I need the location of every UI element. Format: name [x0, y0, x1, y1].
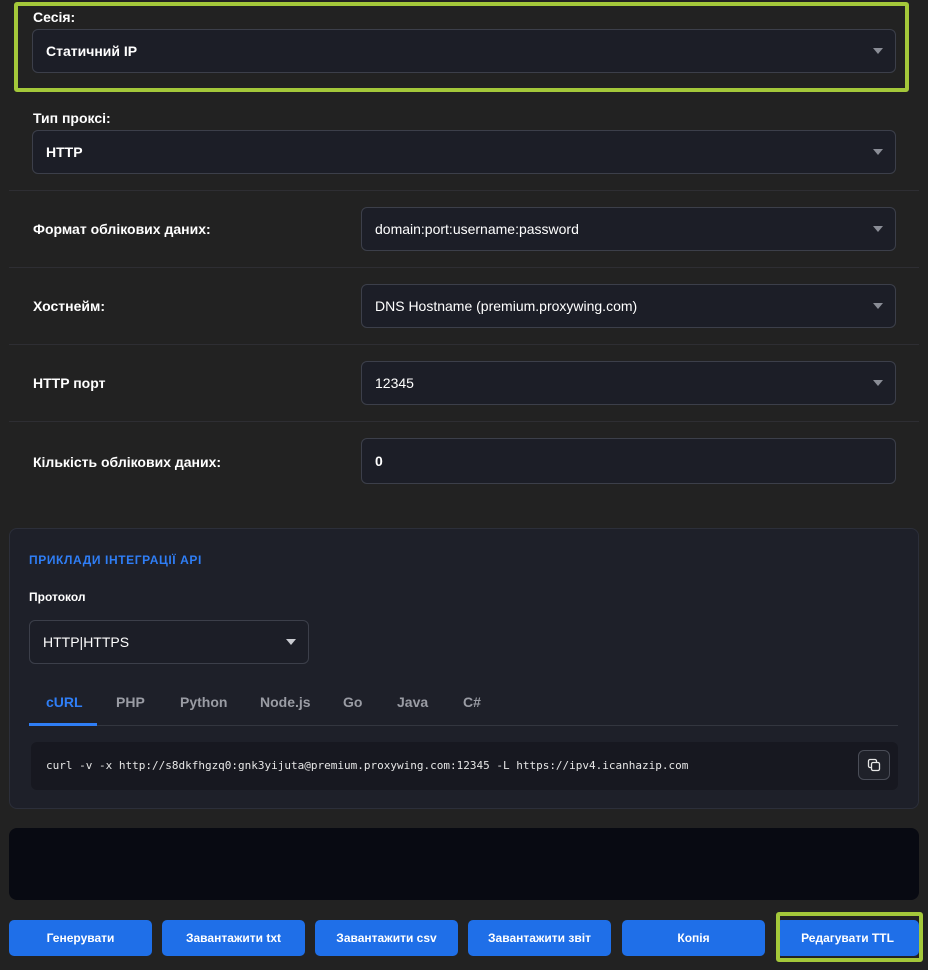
download-txt-button[interactable]: Завантажити txt: [162, 920, 305, 956]
tab-python[interactable]: Python: [180, 694, 227, 710]
chevron-down-icon: [873, 226, 883, 232]
integration-title: ПРИКЛАДИ ІНТЕГРАЦІЇ API: [29, 553, 202, 567]
http-port-value: 12345: [375, 375, 414, 391]
generate-button[interactable]: Генерувати: [9, 920, 152, 956]
chevron-down-icon: [873, 303, 883, 309]
credentials-count-input[interactable]: 0: [361, 438, 896, 484]
divider: [9, 344, 919, 345]
download-csv-button[interactable]: Завантажити csv: [315, 920, 458, 956]
copy-icon: [867, 758, 881, 772]
chevron-down-icon: [873, 380, 883, 386]
session-highlight: [14, 2, 909, 92]
chevron-down-icon: [873, 149, 883, 155]
output-area[interactable]: [9, 828, 919, 900]
edit-ttl-highlight: [776, 912, 923, 962]
tab-curl[interactable]: cURL: [46, 694, 83, 710]
http-port-select[interactable]: 12345: [361, 361, 896, 405]
protocol-value: HTTP|HTTPS: [43, 634, 130, 650]
tab-nodejs[interactable]: Node.js: [260, 694, 311, 710]
divider: [9, 190, 919, 191]
copy-button[interactable]: Копія: [622, 920, 765, 956]
download-report-button[interactable]: Завантажити звіт: [468, 920, 611, 956]
credentials-format-value: domain:port:username:password: [375, 221, 579, 237]
hostname-select[interactable]: DNS Hostname (premium.proxywing.com): [361, 284, 896, 328]
tab-php[interactable]: PHP: [116, 694, 145, 710]
http-port-label: HTTP порт: [33, 375, 106, 391]
chevron-down-icon: [286, 639, 296, 645]
proxy-type-value: HTTP: [46, 144, 83, 160]
protocol-select[interactable]: HTTP|HTTPS: [29, 620, 309, 664]
divider: [9, 267, 919, 268]
divider: [9, 421, 919, 422]
code-block: curl -v -x http://s8dkfhgzq0:gnk3yijuta@…: [31, 742, 898, 790]
credentials-format-label: Формат облікових даних:: [33, 221, 211, 237]
proxy-type-select[interactable]: HTTP: [32, 130, 896, 174]
hostname-value: DNS Hostname (premium.proxywing.com): [375, 298, 638, 314]
proxy-type-label: Тип проксі:: [33, 110, 111, 126]
credentials-count-value: 0: [375, 453, 383, 469]
credentials-count-label: Кількість облікових даних:: [33, 454, 222, 470]
protocol-label: Протокол: [29, 590, 86, 604]
hostname-label: Хостнейм:: [33, 298, 106, 314]
tab-java[interactable]: Java: [397, 694, 428, 710]
copy-code-button[interactable]: [858, 750, 890, 780]
tabs-divider: [29, 725, 898, 726]
active-tab-indicator: [29, 723, 97, 726]
code-text: curl -v -x http://s8dkfhgzq0:gnk3yijuta@…: [46, 759, 689, 772]
tab-csharp[interactable]: C#: [463, 694, 481, 710]
credentials-format-select[interactable]: domain:port:username:password: [361, 207, 896, 251]
tab-go[interactable]: Go: [343, 694, 362, 710]
